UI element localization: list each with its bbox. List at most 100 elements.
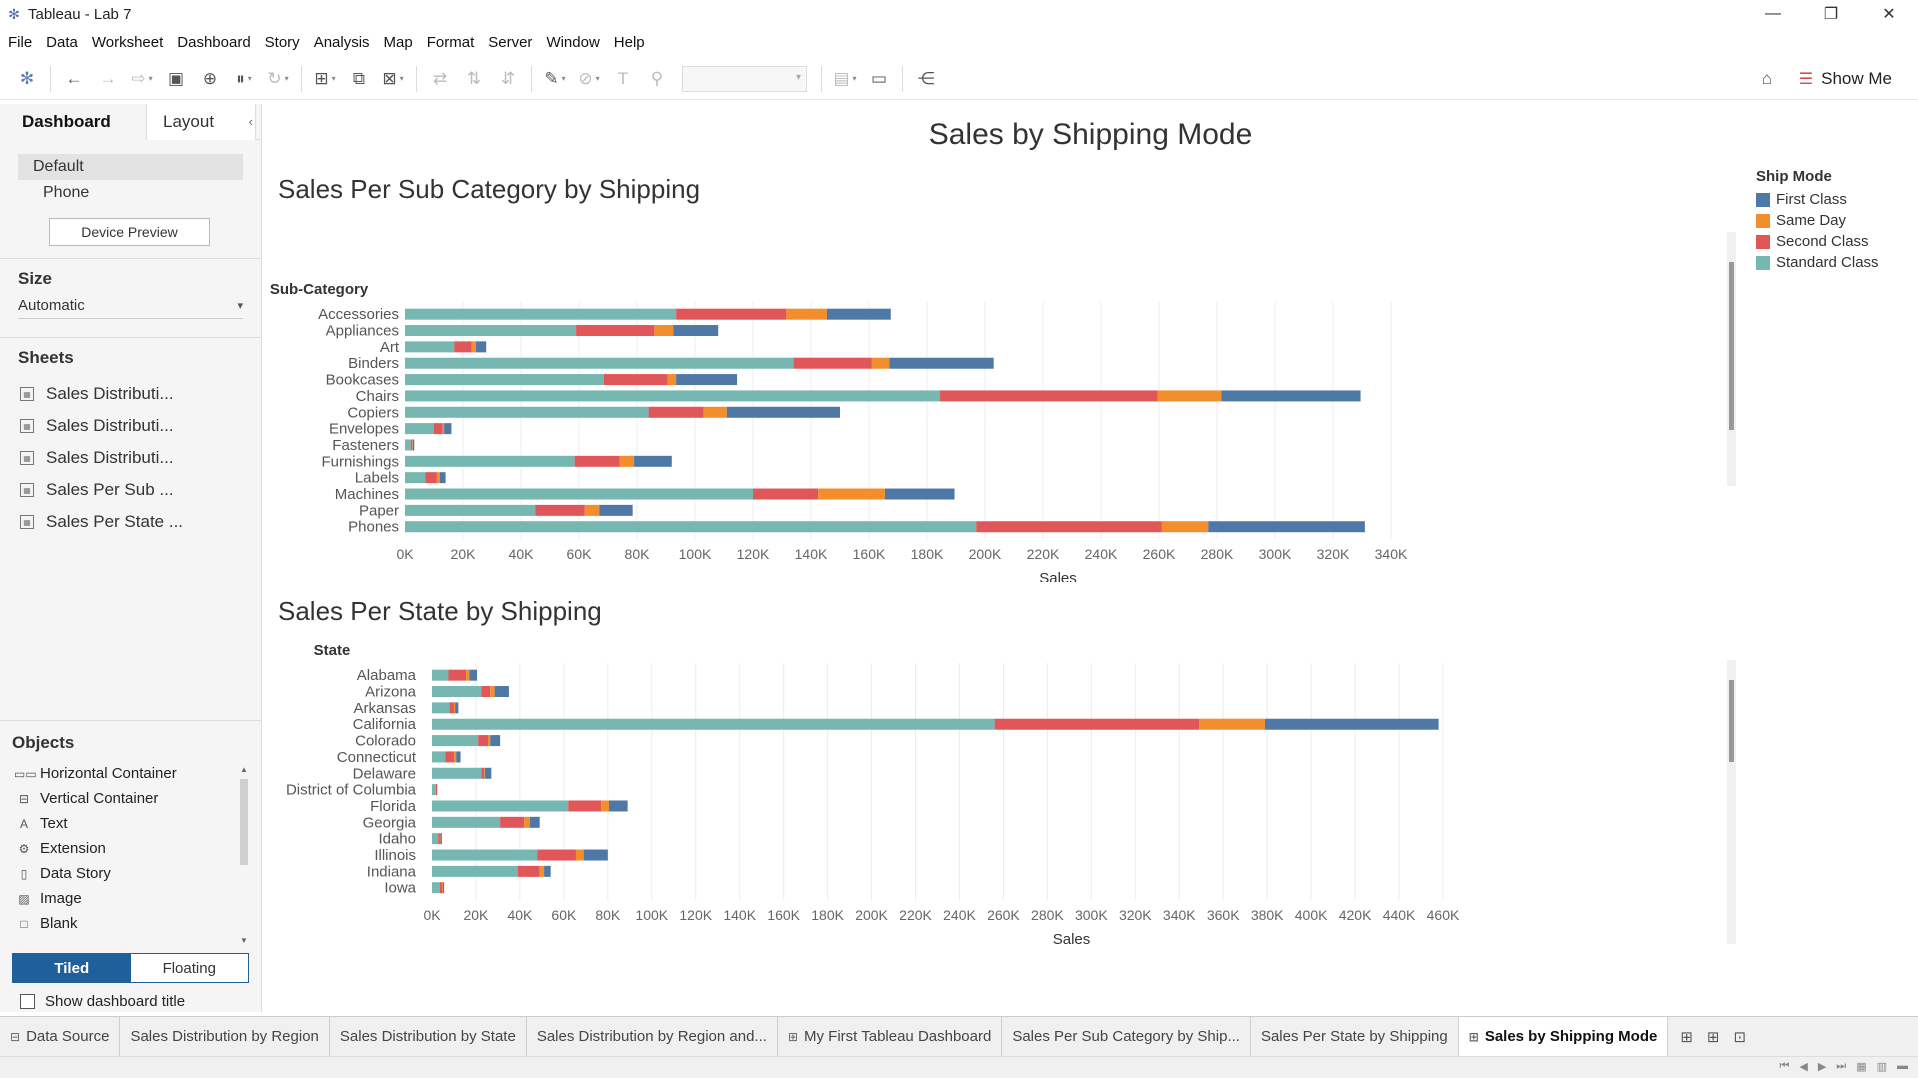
- bar-segment[interactable]: [601, 800, 609, 812]
- bar-segment[interactable]: [432, 865, 518, 877]
- floating-button[interactable]: Floating: [130, 954, 248, 982]
- sheet-tab[interactable]: ⊞ My First Tableau Dashboard: [778, 1017, 1003, 1056]
- bar-segment[interactable]: [405, 488, 753, 500]
- bar-segment[interactable]: [405, 423, 434, 435]
- refresh-icon[interactable]: ↻ ▾: [265, 65, 291, 93]
- bar-segment[interactable]: [405, 374, 604, 386]
- scroll-up-icon[interactable]: ▲: [239, 765, 249, 774]
- bar-segment[interactable]: [405, 472, 426, 484]
- bar-segment[interactable]: [568, 800, 602, 812]
- bar-segment[interactable]: [471, 341, 477, 353]
- restore-icon[interactable]: ❐: [1802, 0, 1860, 28]
- legend-item[interactable]: First Class: [1756, 189, 1916, 210]
- bar-segment[interactable]: [454, 341, 472, 353]
- bar-segment[interactable]: [994, 718, 1200, 730]
- bar-segment[interactable]: [1157, 390, 1222, 402]
- bar-segment[interactable]: [455, 702, 459, 714]
- bar-segment[interactable]: [481, 686, 491, 698]
- bar-segment[interactable]: [438, 833, 440, 845]
- bar-segment[interactable]: [1221, 390, 1361, 402]
- sheet-tab[interactable]: Sales Distribution by Region: [120, 1017, 330, 1056]
- save-icon[interactable]: ▣: [163, 65, 189, 93]
- checkbox-icon[interactable]: [20, 994, 35, 1009]
- menu-format[interactable]: Format: [420, 34, 482, 51]
- bar-segment[interactable]: [405, 325, 577, 337]
- sheet-sorter-icon[interactable]: ▥: [1877, 1060, 1887, 1073]
- bar-segment[interactable]: [442, 423, 445, 435]
- objects-scrollbar[interactable]: ▲ ▼: [239, 765, 249, 945]
- bar-segment[interactable]: [648, 406, 704, 418]
- bar-segment[interactable]: [494, 686, 509, 698]
- close-icon[interactable]: ✕: [1860, 0, 1918, 28]
- bar-segment[interactable]: [529, 816, 540, 828]
- bar-segment[interactable]: [544, 865, 551, 877]
- object-item[interactable]: □ Blank: [0, 911, 261, 936]
- new-dashboard-tab-icon[interactable]: ⊞: [1707, 1028, 1720, 1046]
- bar-segment[interactable]: [826, 308, 891, 320]
- object-item[interactable]: ▭▭ Horizontal Container: [0, 761, 261, 786]
- bar-segment[interactable]: [1208, 521, 1365, 533]
- sort-asc-icon[interactable]: ⇅: [461, 65, 487, 93]
- object-item[interactable]: ▨ Image: [0, 886, 261, 911]
- highlight-icon[interactable]: ✎ ▾: [542, 65, 568, 93]
- new-data-source-icon[interactable]: ⊕: [197, 65, 223, 93]
- bar-segment[interactable]: [432, 833, 439, 845]
- legend-item[interactable]: Same Day: [1756, 210, 1916, 231]
- menu-server[interactable]: Server: [481, 34, 539, 51]
- sheet-item[interactable]: ▦ Sales Distributi...: [0, 442, 261, 474]
- bar-segment[interactable]: [1161, 521, 1209, 533]
- new-worksheet-tab-icon[interactable]: ⊞: [1680, 1028, 1693, 1046]
- bar-segment[interactable]: [412, 439, 413, 451]
- bar-segment[interactable]: [539, 865, 545, 877]
- bar-segment[interactable]: [405, 390, 941, 402]
- presentation-mode-icon[interactable]: ▭: [866, 65, 892, 93]
- sheet-item[interactable]: ▦ Sales Per Sub ...: [0, 474, 261, 506]
- bar-segment[interactable]: [940, 390, 1158, 402]
- menu-data[interactable]: Data: [39, 34, 85, 51]
- bar-segment[interactable]: [481, 767, 485, 779]
- format-painter-icon[interactable]: ⌂: [1762, 58, 1772, 100]
- bar-segment[interactable]: [524, 816, 530, 828]
- sheet-tab[interactable]: ⊟ Data Source: [0, 1017, 121, 1056]
- bar-segment[interactable]: [444, 423, 452, 435]
- bar-segment[interactable]: [537, 849, 576, 861]
- size-dropdown[interactable]: Automatic: [18, 295, 243, 319]
- show-me-button[interactable]: ☰ Show Me: [1799, 58, 1892, 100]
- bar-segment[interactable]: [456, 751, 461, 763]
- bar-segment[interactable]: [449, 702, 454, 714]
- bar-segment[interactable]: [500, 816, 525, 828]
- bar-segment[interactable]: [432, 816, 501, 828]
- bar-segment[interactable]: [405, 357, 794, 369]
- bar-segment[interactable]: [574, 455, 620, 467]
- scroll-down-icon[interactable]: ▼: [239, 936, 249, 945]
- bar-segment[interactable]: [583, 849, 608, 861]
- scrollbar-thumb[interactable]: [1729, 680, 1734, 762]
- tiled-button[interactable]: Tiled: [13, 954, 131, 982]
- bar-segment[interactable]: [654, 325, 674, 337]
- pause-updates-icon[interactable]: ⏸ ▾: [231, 65, 257, 93]
- bar-segment[interactable]: [818, 488, 885, 500]
- bar-segment[interactable]: [488, 735, 491, 747]
- first-sheet-icon[interactable]: ⏮: [1779, 1060, 1789, 1073]
- bar-segment[interactable]: [435, 784, 438, 796]
- bar-segment[interactable]: [603, 374, 668, 386]
- bar-segment[interactable]: [439, 833, 441, 845]
- menu-worksheet[interactable]: Worksheet: [85, 34, 170, 51]
- object-item[interactable]: ⚙ Extension: [0, 836, 261, 861]
- menu-window[interactable]: Window: [539, 34, 606, 51]
- bar-segment[interactable]: [490, 686, 495, 698]
- chart-scrollbar[interactable]: [1727, 232, 1736, 486]
- object-item[interactable]: ▯ Data Story: [0, 861, 261, 886]
- menu-file[interactable]: File: [0, 34, 39, 51]
- bar-segment[interactable]: [667, 374, 677, 386]
- bar-segment[interactable]: [599, 504, 633, 516]
- clear-icon[interactable]: ⊠ ▾: [380, 65, 406, 93]
- device-phone[interactable]: Phone: [18, 180, 243, 206]
- bar-segment[interactable]: [432, 849, 538, 861]
- prev-sheet-icon[interactable]: ◀: [1799, 1060, 1807, 1073]
- bar-segment[interactable]: [676, 374, 738, 386]
- show-cards-icon[interactable]: ▤ ▾: [832, 65, 858, 93]
- bar-segment[interactable]: [976, 521, 1162, 533]
- tabs-icon[interactable]: ▬: [1897, 1060, 1908, 1073]
- replay-icon[interactable]: ⇨ ▾: [129, 65, 155, 93]
